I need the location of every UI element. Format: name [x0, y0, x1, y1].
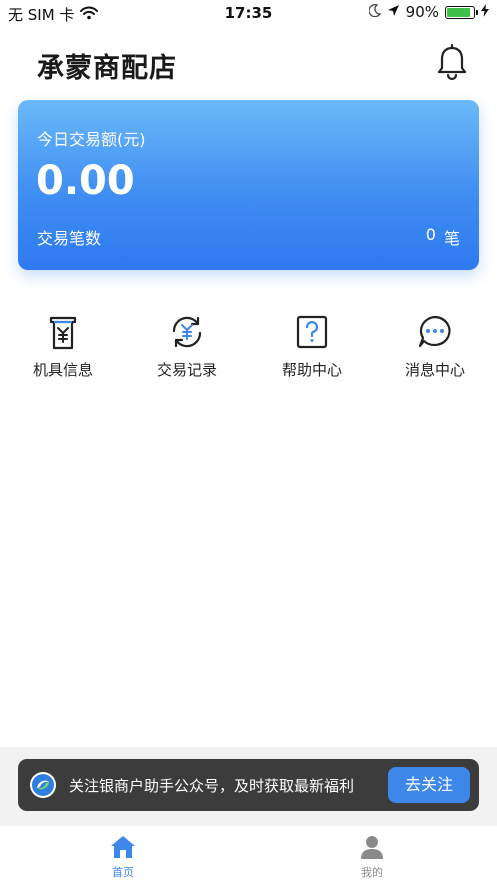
- moon-icon: [368, 3, 381, 21]
- menu-item-device-info[interactable]: 机具信息: [13, 312, 113, 380]
- tab-home[interactable]: 首页: [83, 834, 163, 880]
- count-unit: 笔: [443, 229, 460, 248]
- amount-label: 今日交易额(元): [37, 130, 146, 149]
- menu-label-transactions: 交易记录: [156, 361, 217, 379]
- tab-mine-label: 我的: [361, 866, 383, 879]
- bell-icon[interactable]: [434, 43, 470, 82]
- bottom-tab-bar: 首页 我的: [0, 825, 497, 883]
- menu-label-message-center: 消息中心: [404, 361, 465, 379]
- page-header: 承蒙商配店: [0, 26, 497, 96]
- home-icon: [110, 834, 136, 860]
- count-value: 0: [425, 225, 436, 244]
- pos-terminal-icon: [43, 312, 83, 352]
- battery-level: [447, 7, 471, 17]
- menu-item-transactions[interactable]: 交易记录: [137, 312, 237, 380]
- transaction-summary-card[interactable]: 今日交易额(元) 0.00 交易笔数 0 笔: [18, 100, 479, 270]
- follow-banner[interactable]: 关注银商户助手公众号，及时获取最新福利 去关注: [18, 759, 479, 811]
- menu-label-help-center: 帮助中心: [281, 361, 342, 379]
- location-arrow-icon: [387, 3, 400, 21]
- tab-mine[interactable]: 我的: [332, 834, 412, 880]
- banner-text: 关注银商户助手公众号，及时获取最新福利: [69, 777, 355, 795]
- quick-menu: 机具信息 交易记录 帮助中心 消息中心: [0, 312, 497, 392]
- tab-home-label: 首页: [112, 866, 134, 879]
- follow-button[interactable]: 去关注: [388, 767, 470, 803]
- count-label: 交易笔数: [37, 229, 102, 248]
- charging-bolt-icon: [481, 3, 489, 21]
- status-bar-right: 90%: [368, 3, 489, 21]
- message-bubble-icon: [415, 312, 455, 352]
- battery-percent: 90%: [405, 3, 439, 21]
- menu-item-help-center[interactable]: 帮助中心: [262, 312, 362, 380]
- count-value-group: 0 笔: [426, 225, 460, 249]
- user-icon: [359, 834, 385, 860]
- status-bar: 无 SIM 卡 17:35 90%: [0, 0, 497, 26]
- menu-item-message-center[interactable]: 消息中心: [385, 312, 485, 380]
- menu-label-device-info: 机具信息: [32, 361, 93, 379]
- store-title: 承蒙商配店: [37, 53, 177, 84]
- brand-logo-icon: [29, 771, 57, 799]
- amount-value: 0.00: [36, 158, 135, 204]
- help-question-icon: [292, 312, 332, 352]
- battery-icon: [445, 5, 478, 19]
- yuan-refresh-icon: [167, 312, 207, 352]
